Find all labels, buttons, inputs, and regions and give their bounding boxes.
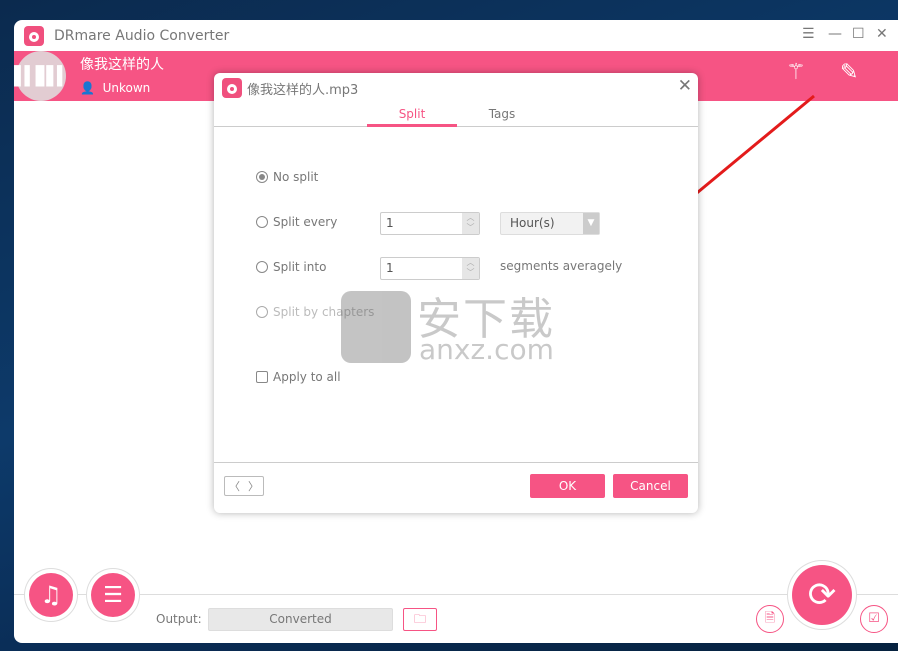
option-label: Split by chapters — [273, 305, 375, 319]
cancel-button[interactable]: Cancel — [613, 474, 688, 498]
close-button[interactable]: ✕ — [876, 26, 888, 42]
radio-split-into[interactable]: Split into — [256, 260, 326, 274]
split-into-stepper[interactable]: 1 ︿ ﹀ — [380, 257, 480, 280]
file-settings-dialog: 像我这样的人.mp3 ✕ Split Tags No split Split e… — [214, 73, 698, 513]
app-logo-icon — [24, 25, 44, 46]
magic-wand-icon[interactable]: ⚚ — [786, 60, 806, 85]
radio-selected-icon — [256, 171, 268, 183]
checkbox-icon — [256, 371, 268, 383]
prev-next-nav[interactable]: 〈〉 — [224, 476, 264, 496]
dialog-title-bar: 像我这样的人.mp3 — [222, 78, 358, 98]
chevron-right-icon[interactable]: 〉 — [248, 478, 259, 494]
audio-file-icon: 🗎 — [764, 611, 776, 626]
divider — [14, 594, 898, 595]
stepper-value: 1 — [386, 216, 394, 230]
divider — [214, 462, 698, 463]
convert-button[interactable]: ⟳ — [792, 565, 852, 625]
user-icon: 👤 — [80, 81, 103, 95]
radio-no-split[interactable]: No split — [256, 170, 318, 184]
add-music-button[interactable]: ♫ — [29, 573, 73, 617]
option-label: Split every — [273, 215, 338, 229]
dialog-title: 像我这样的人.mp3 — [247, 82, 359, 98]
tab-split[interactable]: Split — [367, 107, 457, 127]
output-path[interactable]: Converted — [208, 608, 393, 631]
option-label: Split into — [273, 260, 327, 274]
edit-icon[interactable]: ✎ — [840, 60, 858, 85]
artist-name: Unkown — [102, 81, 151, 95]
apply-to-all-checkbox[interactable]: Apply to all — [256, 370, 341, 384]
add-list-button[interactable]: ☰ — [91, 573, 135, 617]
radio-icon — [256, 261, 268, 273]
tab-tags[interactable]: Tags — [457, 107, 547, 127]
maximize-button[interactable]: ☐ — [852, 26, 865, 42]
option-label: No split — [273, 170, 319, 184]
folder-icon: 🗀 — [413, 612, 426, 626]
album-art-waveform-icon: ▌▍▋▌▍ — [14, 51, 71, 101]
stepper-arrows-icon[interactable]: ︿ ﹀ — [462, 258, 479, 279]
stepper-value: 1 — [386, 261, 394, 275]
refresh-icon: ⟳ — [807, 575, 837, 615]
segments-label: segments averagely — [500, 259, 623, 273]
checklist-icon: ☑ — [868, 611, 880, 626]
unit-value: Hour(s) — [510, 216, 555, 230]
title-bar: DRmare Audio Converter ☰ — ☐ ✕ — [14, 20, 898, 51]
minimize-button[interactable]: — — [828, 26, 842, 42]
music-add-icon: ♫ — [40, 581, 62, 609]
menu-icon[interactable]: ☰ — [802, 26, 815, 42]
stepper-arrows-icon[interactable]: ︿ ﹀ — [462, 213, 479, 234]
option-label: Apply to all — [273, 370, 341, 384]
chevron-left-icon[interactable]: 〈 — [229, 478, 240, 494]
list-add-icon: ☰ — [103, 582, 123, 608]
open-folder-button[interactable]: 🗀 — [403, 608, 437, 631]
audio-file-button[interactable]: 🗎 — [756, 605, 784, 633]
ok-button[interactable]: OK — [530, 474, 605, 498]
app-title: DRmare Audio Converter — [54, 27, 230, 44]
output-label: Output: — [156, 612, 202, 626]
unit-select[interactable]: Hour(s) ▼ — [500, 212, 600, 235]
radio-split-every[interactable]: Split every — [256, 215, 337, 229]
dialog-close-button[interactable]: ✕ — [678, 76, 692, 96]
radio-icon — [256, 306, 268, 318]
track-artist: 👤 Unkown — [80, 81, 150, 95]
radio-split-by-chapters[interactable]: Split by chapters — [256, 305, 374, 319]
chevron-down-icon: ▼ — [583, 213, 599, 234]
dialog-tabs: Split Tags — [214, 101, 698, 127]
radio-icon — [256, 216, 268, 228]
app-logo-icon — [222, 78, 242, 98]
split-every-stepper[interactable]: 1 ︿ ﹀ — [380, 212, 480, 235]
track-title: 像我这样的人 — [80, 57, 164, 73]
converted-list-button[interactable]: ☑ — [860, 605, 888, 633]
